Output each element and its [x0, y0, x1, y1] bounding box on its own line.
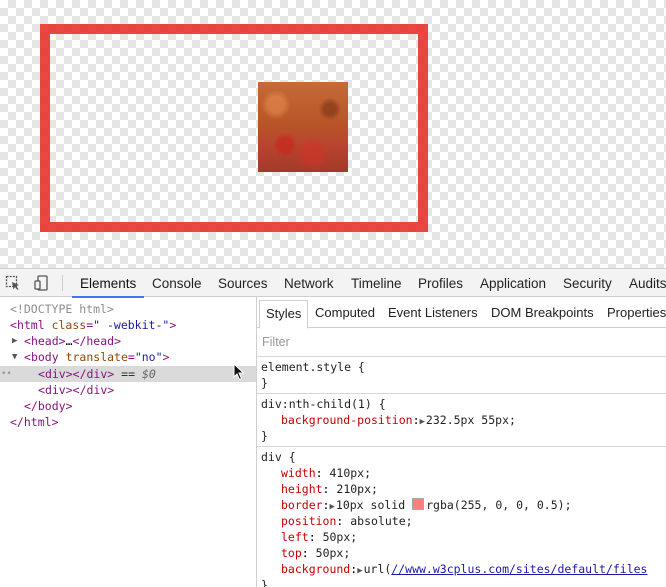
- rule-nth-child-close: }: [261, 429, 268, 443]
- expand-triangle-icon[interactable]: ▶: [12, 333, 17, 349]
- styles-filter-input[interactable]: [262, 335, 642, 349]
- div2-close-tag-name: div: [86, 383, 108, 397]
- subtab-styles[interactable]: Styles: [259, 300, 309, 329]
- tab-audits[interactable]: Audits: [629, 269, 666, 297]
- subtab-dom-breakpoints[interactable]: DOM Breakpoints: [491, 297, 594, 327]
- tab-timeline[interactable]: Timeline: [351, 269, 402, 297]
- div2-tag-name: div: [44, 383, 66, 397]
- head-ellipsis: …: [65, 334, 73, 348]
- inspect-element-icon[interactable]: [5, 275, 21, 291]
- devtools-tab-bar: Elements Console Sources Network Timelin…: [0, 268, 666, 298]
- prop-value: url(: [363, 562, 392, 576]
- tab-elements[interactable]: Elements: [71, 269, 145, 298]
- rule-div-close: }: [261, 578, 268, 587]
- expand-arrow-icon[interactable]: ▶: [329, 502, 334, 512]
- page-preview: [0, 0, 666, 268]
- more-dots-icon[interactable]: ••: [1, 366, 12, 382]
- dom-node-html[interactable]: <html class=" -webkit-">: [0, 317, 256, 333]
- subtab-computed[interactable]: Computed: [315, 297, 375, 327]
- prop-width[interactable]: width: 410px;: [281, 465, 371, 481]
- selected-ref: $0: [141, 367, 156, 381]
- doctype-text: <!DOCTYPE html>: [10, 302, 114, 316]
- prop-name: height: [281, 482, 323, 496]
- prop-value: 10px solid: [335, 498, 406, 512]
- prop-value-color: rgba(255, 0, 0, 0.5);: [426, 498, 572, 512]
- expand-arrow-icon[interactable]: ▶: [357, 566, 362, 576]
- styles-pane: Styles Computed Event Listeners DOM Brea…: [257, 297, 666, 587]
- subtab-event-listeners[interactable]: Event Listeners: [388, 297, 478, 327]
- mouse-pointer-icon: [233, 363, 245, 381]
- prop-value: 410px;: [329, 466, 372, 480]
- dom-node-div-selected[interactable]: •• <div></div> == $0: [0, 366, 256, 382]
- expand-arrow-icon[interactable]: ▶: [420, 417, 425, 427]
- rule-element-style-selector[interactable]: element.style {: [261, 359, 365, 375]
- dom-node-head[interactable]: ▶ <head>…</head>: [0, 333, 256, 349]
- dom-node-body-close[interactable]: </body>: [0, 398, 256, 414]
- prop-position[interactable]: position: absolute;: [281, 513, 413, 529]
- color-swatch[interactable]: [412, 498, 425, 510]
- sidebar-tab-bar: Styles Computed Event Listeners DOM Brea…: [257, 297, 666, 329]
- dom-node-doctype[interactable]: <!DOCTYPE html>: [0, 301, 256, 317]
- rule-divider: [257, 393, 666, 394]
- dom-tree: <!DOCTYPE html> <html class=" -webkit-">…: [0, 297, 256, 587]
- dom-node-html-close[interactable]: </html>: [0, 414, 256, 430]
- div-tag-name: div: [44, 367, 66, 381]
- tab-profiles[interactable]: Profiles: [418, 269, 463, 297]
- dom-node-div[interactable]: <div></div>: [0, 382, 256, 398]
- prop-height[interactable]: height: 210px;: [281, 481, 378, 497]
- prop-background-position[interactable]: background-position:▶232.5px 55px;: [281, 412, 516, 430]
- prop-name: top: [281, 546, 302, 560]
- subtab-properties[interactable]: Properties: [607, 297, 666, 327]
- dom-node-body[interactable]: ▼ <body translate="no">: [0, 349, 256, 365]
- tab-console[interactable]: Console: [152, 269, 202, 297]
- rule-divider: [257, 446, 666, 447]
- prop-name: left: [281, 530, 309, 544]
- prop-value: 50px;: [322, 530, 358, 544]
- tab-sources[interactable]: Sources: [218, 269, 268, 297]
- prop-background[interactable]: background:▶url(//www.w3cplus.com/sites/…: [281, 561, 648, 579]
- prop-name: position: [281, 514, 337, 528]
- rule-div-selector[interactable]: div {: [261, 449, 296, 465]
- prop-value: 232.5px 55px;: [425, 413, 516, 427]
- rule-nth-child-selector[interactable]: div:nth-child(1) {: [261, 396, 386, 412]
- collapse-triangle-icon[interactable]: ▼: [12, 349, 17, 365]
- prop-top[interactable]: top: 50px;: [281, 545, 350, 561]
- html-attr-name: class: [51, 318, 87, 332]
- body-close-tag-name: body: [37, 399, 66, 413]
- prop-value: 210px;: [336, 482, 378, 496]
- head-tag-name: head: [30, 334, 59, 348]
- html-tag-name: html: [16, 318, 45, 332]
- tab-network[interactable]: Network: [284, 269, 334, 297]
- prop-name: border: [281, 498, 323, 512]
- device-mode-icon[interactable]: [34, 275, 50, 291]
- tab-security[interactable]: Security: [563, 269, 612, 297]
- head-close-tag-name: head: [86, 334, 115, 348]
- prop-value: 50px;: [315, 546, 351, 560]
- body-attr-name: translate: [65, 350, 128, 364]
- body-attr-value: "no": [134, 350, 163, 364]
- prop-value: absolute;: [350, 514, 413, 528]
- background-url-link[interactable]: //www.w3cplus.com/sites/default/files: [391, 562, 647, 576]
- toolbar-separator: [62, 275, 63, 291]
- filter-divider: [257, 356, 666, 357]
- tab-application[interactable]: Application: [480, 269, 546, 297]
- html-close-tag-name: html: [23, 415, 52, 429]
- bordered-div-preview: [40, 24, 428, 232]
- prop-name: background: [281, 562, 351, 576]
- devtools-panel: Elements Console Sources Network Timelin…: [0, 268, 666, 587]
- body-tag-name: body: [30, 350, 59, 364]
- prop-left[interactable]: left: 50px;: [281, 529, 357, 545]
- selected-marker: ==: [121, 367, 136, 381]
- textured-div-preview: [258, 82, 348, 172]
- rule-element-style-close: }: [261, 376, 268, 390]
- prop-name: width: [281, 466, 316, 480]
- prop-name: background-position: [281, 413, 413, 427]
- html-attr-value: " -webkit-": [93, 318, 170, 332]
- div-close-tag-name: div: [86, 367, 108, 381]
